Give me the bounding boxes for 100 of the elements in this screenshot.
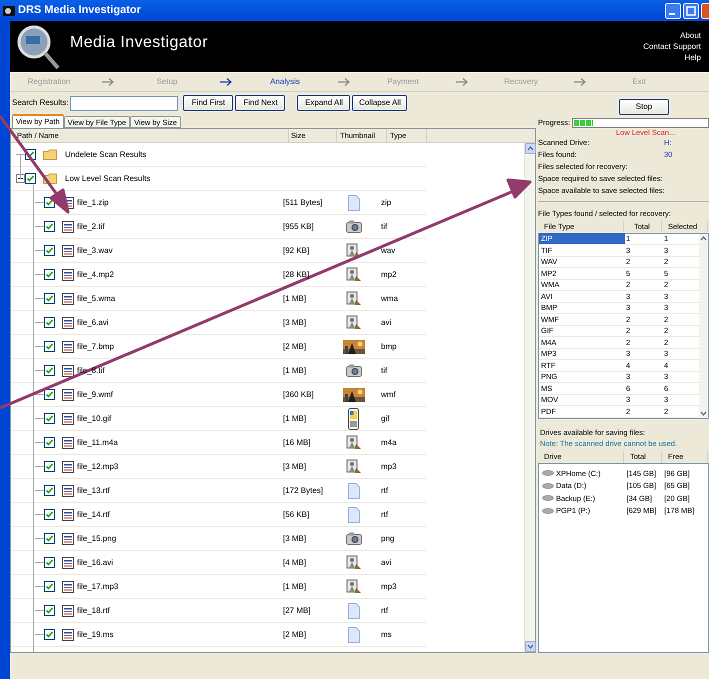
checkbox[interactable] [44,557,55,568]
type-cell-text: mp3 [380,580,398,592]
checkbox[interactable] [25,173,36,184]
document-icon [348,602,360,618]
file-name[interactable]: file_7.bmp [77,340,283,352]
size-cell-text: [2 MB] [283,340,308,352]
size-cell-text: [3 MB] [283,532,308,544]
type-cell-text: wmf [380,388,397,400]
checkbox[interactable] [44,341,55,352]
file-name[interactable]: file_18.rtf [77,604,283,616]
size-cell-text: [3 MB] [283,460,308,472]
file-name[interactable]: file_5.wma [77,292,283,304]
file-icon [62,580,74,592]
drive-icon [542,495,554,502]
document-icon [348,506,360,522]
file-icon [62,628,74,640]
size-cell-text: [4 MB] [283,556,308,568]
media-file-icon [346,267,362,282]
file-name[interactable]: file_11.m4a [77,436,283,448]
type-cell-text: gif [380,412,390,424]
file-name[interactable]: file_9.wmf [77,388,283,400]
header-link[interactable]: Contact Support [643,41,701,52]
type-cell-text: mp2 [380,268,398,280]
checkbox[interactable] [44,245,55,256]
file-name[interactable]: file_15.png [77,532,283,544]
file-icon [62,604,74,616]
find-button[interactable]: Find Next [235,95,286,111]
checkbox[interactable] [44,605,55,616]
step-arrow-icon [338,78,350,86]
file-name[interactable]: file_6.avi [77,316,283,328]
type-cell-text: wav [380,244,396,256]
document-icon [348,626,360,642]
checkbox[interactable] [44,269,55,280]
header-link[interactable]: Help [684,52,701,63]
file-name[interactable]: file_13.rtf [77,484,283,496]
wizard-step: Recovery [482,76,560,88]
file-icon [62,556,74,568]
checkbox[interactable] [44,485,55,496]
stop-button[interactable]: Stop [619,99,669,115]
file-name[interactable]: file_16.avi [77,556,283,568]
checkbox[interactable] [44,365,55,376]
wizard-step: Analysis [246,76,324,88]
file-name[interactable]: file_10.gif [77,412,283,424]
type-cell-text: ms [380,628,393,640]
checkbox[interactable] [44,629,55,640]
folder-icon [43,149,57,160]
app-icon [3,6,15,16]
media-file-icon [346,579,362,594]
expand-all-button[interactable]: Expand All [297,95,350,111]
file-name[interactable]: file_19.ms [77,628,283,640]
magnifier-logo-icon [16,24,60,70]
file-name[interactable]: file_12.mp3 [77,460,283,472]
find-button[interactable]: Find First [183,95,234,111]
checkbox[interactable] [44,389,55,400]
file-name[interactable]: file_3.wav [77,244,283,256]
size-cell-text: [27 MB] [283,604,312,616]
checkbox[interactable] [44,293,55,304]
wizard-step: Setup [128,76,206,88]
size-cell-text: [1 MB] [283,292,308,304]
wizard-step: Registration [10,76,88,88]
file-name[interactable]: file_14.rtf [77,508,283,520]
file-name[interactable]: Low Level Scan Results [65,172,295,184]
scroll-bar[interactable] [699,234,708,418]
size-cell-text: [92 KB] [283,244,310,256]
step-arrow-icon [456,78,468,86]
checkbox[interactable] [44,317,55,328]
checkbox[interactable] [44,221,55,232]
size-cell-text: [1 MB] [283,412,308,424]
file-name[interactable]: file_2.tif [77,220,283,232]
step-arrow-icon [574,78,586,86]
checkbox[interactable] [44,461,55,472]
size-cell-text: [56 KB] [283,508,310,520]
scroll-bar[interactable] [524,143,535,652]
file-icon [62,388,74,400]
camera-icon [346,364,362,377]
header-link[interactable]: About [680,30,701,41]
checkbox[interactable] [44,509,55,520]
file-name[interactable]: file_17.mp3 [77,580,283,592]
checkbox[interactable] [44,413,55,424]
type-cell-text: avi [380,316,392,328]
file-name[interactable]: Undelete Scan Results [65,148,295,160]
search-field[interactable] [70,96,178,110]
app-title: Media Investigator [70,33,208,53]
file-name[interactable]: file_4.mp2 [77,268,283,280]
file-icon [62,364,74,376]
checkbox[interactable] [44,533,55,544]
size-cell-text: [172 Bytes] [283,484,324,496]
file-icon [62,340,74,352]
media-file-icon [346,243,362,258]
type-cell-text: wma [380,292,399,304]
scroll-up-icon [699,234,708,242]
file-icon [62,412,74,424]
type-cell-text: rtf [380,508,390,520]
file-name[interactable]: file_1.zip [77,196,283,208]
step-arrow-icon [102,78,114,86]
checkbox[interactable] [44,581,55,592]
type-cell-text: zip [380,196,392,208]
expander-icon[interactable] [16,174,25,183]
checkbox[interactable] [44,437,55,448]
collapse-all-button[interactable]: Collapse All [352,95,408,111]
